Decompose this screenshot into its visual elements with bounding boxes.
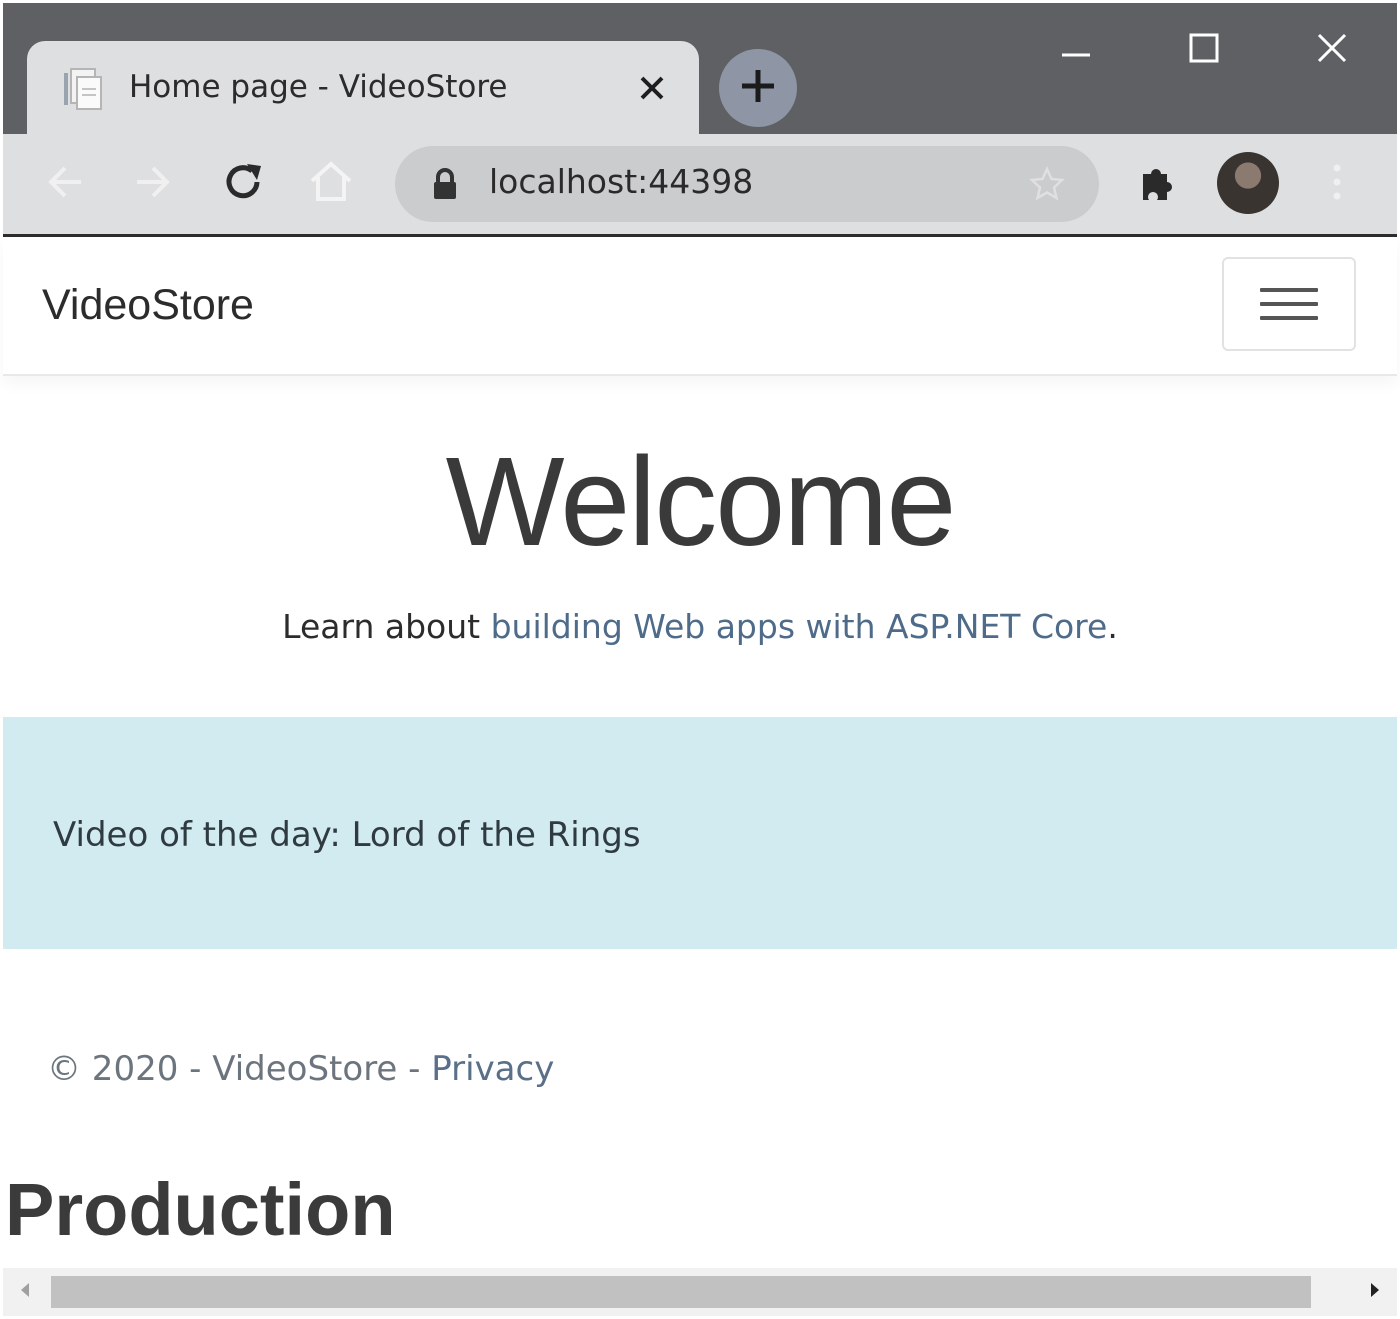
new-tab-button[interactable] (719, 49, 797, 127)
navbar-toggler-button[interactable] (1222, 257, 1356, 351)
forward-button[interactable] (123, 154, 183, 214)
lead-text: Learn about building Web apps with ASP.N… (3, 607, 1397, 646)
footer-copyright: © 2020 - VideoStore - (47, 1049, 432, 1089)
menu-button[interactable] (1307, 154, 1367, 214)
title-bar: Home page - VideoStore (3, 3, 1397, 137)
navbar: VideoStore (3, 237, 1397, 376)
tab-close-icon[interactable] (635, 71, 669, 105)
puzzle-icon (1135, 160, 1179, 208)
forward-arrow-icon (133, 162, 173, 206)
back-button[interactable] (35, 154, 95, 214)
maximize-icon (1189, 33, 1219, 67)
lead-suffix: . (1107, 607, 1118, 646)
home-icon (308, 159, 354, 209)
video-of-the-day-text: Video of the day: Lord of the Rings (53, 815, 641, 855)
url-text: localhost:44398 (489, 162, 754, 201)
caret-right-icon (1368, 1281, 1382, 1303)
browser-window: Home page - VideoStore localhost:44398 V… (0, 0, 1400, 1319)
extensions-button[interactable] (1127, 154, 1187, 214)
navbar-brand[interactable]: VideoStore (42, 281, 254, 330)
document-icon (61, 67, 103, 111)
minimize-button[interactable] (1051, 25, 1101, 75)
star-icon[interactable] (1029, 165, 1065, 202)
aspnet-docs-link[interactable]: building Web apps with ASP.NET Core (491, 607, 1108, 646)
reload-icon (221, 160, 265, 208)
lock-icon[interactable] (427, 166, 463, 202)
close-icon (1317, 33, 1347, 67)
close-window-button[interactable] (1307, 25, 1357, 75)
horizontal-scrollbar[interactable] (3, 1268, 1397, 1316)
scroll-right-button[interactable] (1353, 1268, 1397, 1316)
minimize-icon (1061, 33, 1091, 67)
environment-heading: Production (5, 1168, 396, 1251)
video-of-the-day-alert: Video of the day: Lord of the Rings (3, 717, 1397, 949)
more-vert-icon (1331, 162, 1343, 206)
privacy-link[interactable]: Privacy (431, 1049, 554, 1089)
hamburger-icon-line (1260, 288, 1318, 292)
profile-avatar[interactable] (1217, 152, 1279, 214)
footer: © 2020 - VideoStore - Privacy (47, 1049, 554, 1089)
browser-tab[interactable]: Home page - VideoStore (27, 41, 699, 137)
scrollbar-thumb[interactable] (51, 1276, 1311, 1308)
web-page: VideoStore Welcome Learn about building … (3, 237, 1397, 1267)
reload-button[interactable] (213, 154, 273, 214)
hamburger-icon-line (1260, 316, 1318, 320)
page-title: Welcome (445, 431, 957, 572)
lead-prefix: Learn about (282, 607, 491, 646)
scroll-left-button[interactable] (3, 1268, 47, 1316)
browser-toolbar: localhost:44398 (3, 134, 1397, 237)
home-button[interactable] (301, 154, 361, 214)
tab-title: Home page - VideoStore (129, 69, 508, 105)
maximize-button[interactable] (1179, 25, 1229, 75)
address-bar[interactable]: localhost:44398 (395, 146, 1099, 222)
plus-icon (740, 68, 776, 108)
back-arrow-icon (45, 162, 85, 206)
hamburger-icon-line (1260, 302, 1318, 306)
caret-left-icon (18, 1281, 32, 1303)
